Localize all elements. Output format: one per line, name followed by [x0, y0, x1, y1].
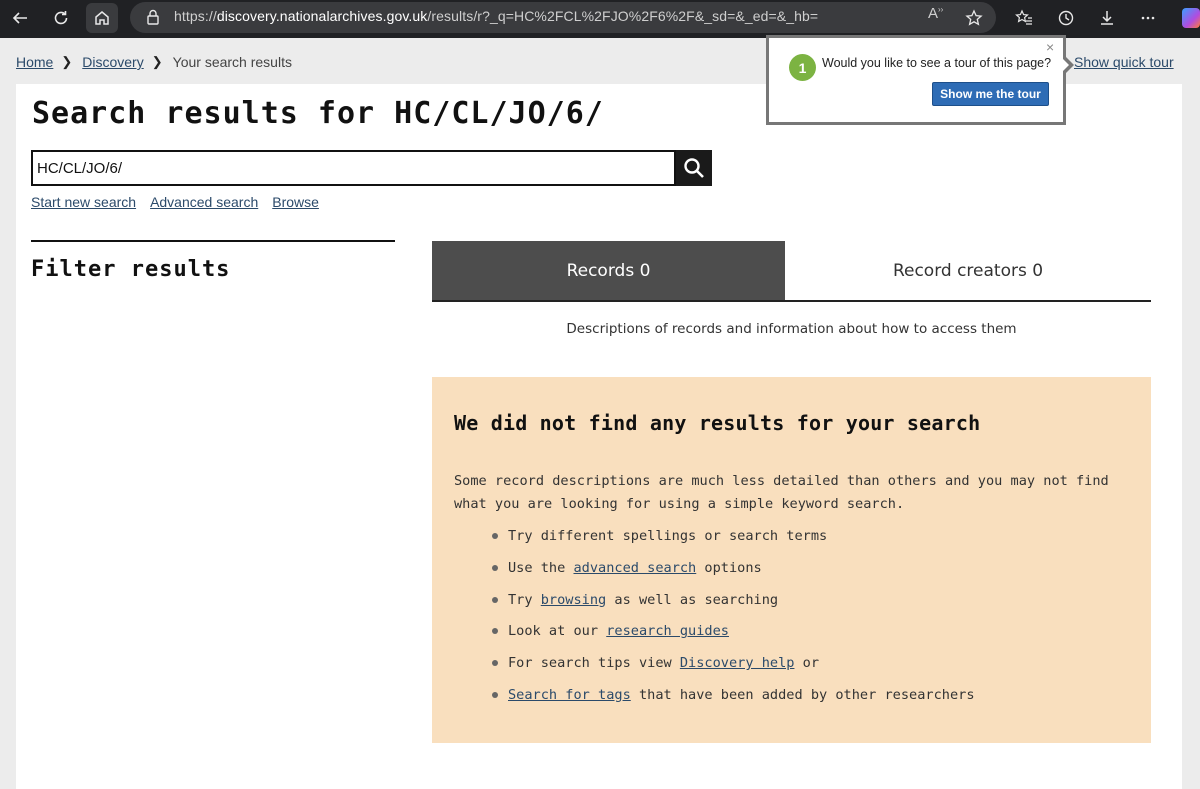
url-path: /results/r?_q=HC%2FCL%2FJO%2F6%2F&_sd=&_…	[427, 8, 819, 24]
show-tour-button[interactable]: Show me the tour	[932, 82, 1049, 106]
no-results-intro: Some record descriptions are much less d…	[454, 473, 1109, 512]
list-item: Look at our research guides	[492, 621, 975, 653]
browse-link[interactable]: Browse	[272, 194, 319, 210]
tabs-divider	[432, 300, 1151, 302]
tour-pointer-arrow-inner	[1062, 58, 1069, 72]
tip-text: that have been added by other researcher…	[630, 686, 975, 703]
home-button[interactable]	[86, 3, 118, 33]
home-icon	[87, 3, 117, 33]
tab-description: Descriptions of records and information …	[566, 321, 1017, 337]
search-icon	[684, 158, 704, 178]
read-aloud-icon[interactable]: A››	[928, 5, 943, 22]
address-bar[interactable]: https://discovery.nationalarchives.gov.u…	[130, 2, 996, 33]
refresh-icon[interactable]	[46, 3, 76, 33]
breadcrumb-discovery-link[interactable]: Discovery	[82, 54, 143, 70]
tour-popup: 1 × Would you like to see a tour of this…	[766, 35, 1066, 125]
search-tips-list: Try different spellings or search terms …	[492, 526, 975, 717]
search-field-container	[31, 150, 676, 186]
list-item: For search tips view Discovery help or	[492, 653, 975, 685]
list-item: Use the advanced search options	[492, 558, 975, 590]
no-results-title: We did not find any results for your sea…	[454, 411, 981, 435]
browsing-tip-link[interactable]: browsing	[541, 592, 606, 608]
url-text: https://discovery.nationalarchives.gov.u…	[174, 8, 818, 24]
back-arrow-icon[interactable]	[5, 3, 35, 33]
favorite-star-icon[interactable]	[959, 3, 989, 33]
filter-results-heading: Filter results	[31, 257, 231, 282]
chevron-right-icon: ❯	[151, 54, 163, 69]
tip-text: Look at our	[508, 623, 607, 640]
chevron-right-icon: ❯	[61, 54, 73, 69]
tab-records[interactable]: Records 0	[432, 241, 785, 301]
tab-creators-label: Record creators 0	[892, 261, 1044, 281]
show-quick-tour-link[interactable]: Show quick tour	[1074, 54, 1174, 70]
discovery-help-link[interactable]: Discovery help	[680, 655, 795, 671]
history-icon[interactable]	[1051, 3, 1081, 33]
tip-text: as well as searching	[606, 591, 779, 608]
breadcrumb: Home ❯ Discovery ❯ Your search results	[16, 54, 292, 70]
more-options-icon[interactable]	[1133, 3, 1163, 33]
tip-text: Try	[508, 591, 541, 608]
list-item: Search for tags that have been added by …	[492, 685, 975, 717]
tour-question: Would you like to see a tour of this pag…	[822, 56, 1052, 70]
breadcrumb-home-link[interactable]: Home	[16, 54, 53, 70]
tab-record-creators[interactable]: Record creators 0	[785, 241, 1151, 301]
search-button[interactable]	[676, 150, 712, 186]
filter-divider	[31, 240, 395, 242]
tip-text: or	[794, 655, 820, 672]
search-input[interactable]	[33, 152, 674, 184]
download-icon[interactable]	[1092, 3, 1122, 33]
breadcrumb-current: Your search results	[172, 54, 292, 70]
tour-step-badge: 1	[789, 54, 816, 81]
page-title: Search results for HC/CL/JO/6/	[32, 96, 604, 131]
quick-tour-label: Show quick tour	[1074, 54, 1174, 70]
browser-toolbar: https://discovery.nationalarchives.gov.u…	[0, 0, 1200, 38]
search-links: Start new search Advanced search Browse	[31, 194, 319, 210]
list-item: Try different spellings or search terms	[492, 526, 975, 558]
url-host: discovery.nationalarchives.gov.uk	[216, 8, 428, 24]
no-results-panel: We did not find any results for your sea…	[432, 377, 1151, 743]
tip-text: options	[696, 559, 762, 576]
tip-text: For search tips view	[508, 655, 680, 672]
url-prefix: https://	[174, 8, 217, 24]
close-icon[interactable]: ×	[1046, 40, 1054, 54]
show-tour-button-label: Show me the tour	[940, 87, 1041, 101]
lock-icon[interactable]	[146, 9, 160, 29]
copilot-icon[interactable]	[1182, 8, 1200, 28]
tip-text: Use the	[508, 559, 574, 576]
research-guides-link[interactable]: research guides	[606, 623, 729, 639]
advanced-search-link[interactable]: Advanced search	[150, 194, 258, 210]
advanced-search-tip-link[interactable]: advanced search	[573, 560, 696, 576]
tip-text: Try different spellings or search terms	[508, 528, 828, 544]
search-for-tags-link[interactable]: Search for tags	[508, 687, 631, 703]
start-new-search-link[interactable]: Start new search	[31, 194, 136, 210]
list-item: Try browsing as well as searching	[492, 590, 975, 622]
favorites-icon[interactable]	[1009, 3, 1039, 33]
read-aloud-label: A	[928, 5, 939, 22]
tab-records-label: Records 0	[566, 261, 651, 281]
